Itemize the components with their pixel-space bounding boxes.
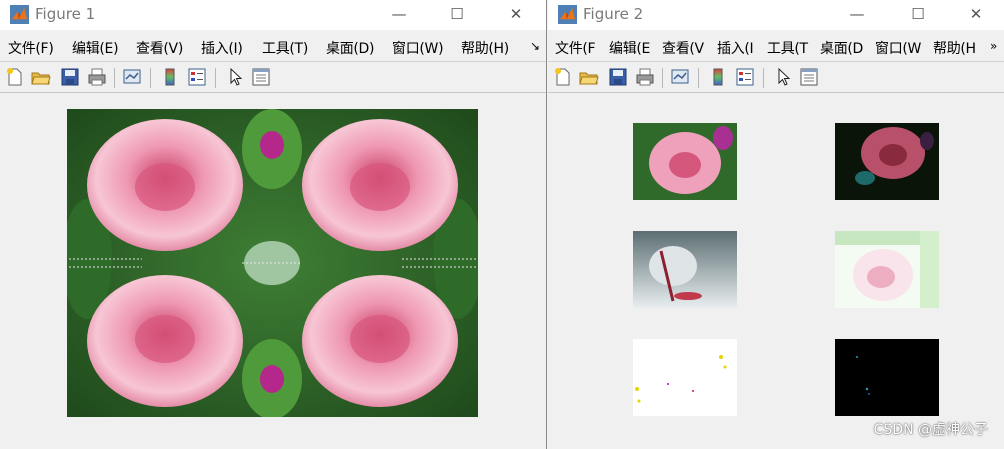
new-figure-icon[interactable] [553,67,573,87]
open-folder-icon[interactable] [579,67,599,87]
minimize-button[interactable]: — [844,3,870,25]
menu-insert[interactable]: 插入(I) [201,38,243,58]
toolbar-separator [698,68,699,88]
subplot-original-image[interactable] [633,123,737,200]
legend-icon[interactable] [735,67,755,87]
print-icon[interactable] [635,67,655,87]
toolbar-separator [114,68,115,88]
matlab-logo-icon [10,5,29,24]
matlab-logo-icon [558,5,577,24]
close-button[interactable]: ✕ [963,3,989,25]
close-button[interactable]: ✕ [503,3,529,25]
toolbar-separator [150,68,151,88]
menu-bar: 文件(F) 编辑(E) 查看(V) 插入(I) 工具(T) 桌面(D) 窗口(W… [0,31,546,61]
menu-edit[interactable]: 编辑(E) [72,38,119,58]
menu-help[interactable]: 帮助(H [933,38,976,58]
figure-toolbar [548,61,1004,93]
title-bar[interactable]: Figure 2 — ☐ ✕ [548,0,1004,30]
open-folder-icon[interactable] [31,67,51,87]
subplot-dark-red-image[interactable] [835,123,939,200]
menu-desktop[interactable]: 桌面(D) [326,38,375,58]
menu-insert[interactable]: 插入(I [717,38,754,58]
toolbar-separator [215,68,216,88]
menu-view[interactable]: 查看(V) [136,38,183,58]
print-icon[interactable] [87,67,107,87]
new-figure-icon[interactable] [5,67,25,87]
csdn-watermark: CSDN @虚神公子 [873,422,988,438]
menu-window[interactable]: 窗口(W [875,38,921,58]
property-editor-icon[interactable] [251,67,271,87]
maximize-button[interactable]: ☐ [444,3,470,25]
pointer-icon[interactable] [226,67,246,87]
save-icon[interactable] [60,67,80,87]
menu-help[interactable]: 帮助(H) [461,38,509,58]
menu-file[interactable]: 文件(F) [8,38,54,58]
menu-tools[interactable]: 工具(T [767,38,808,58]
figure-2-window: Figure 2 — ☐ ✕ 文件(F 编辑(E 查看(V 插入(I 工具(T … [548,0,1004,449]
figure-canvas [0,94,546,449]
save-icon[interactable] [608,67,628,87]
menu-file[interactable]: 文件(F [555,38,596,58]
subplot-black-threshold-image[interactable] [835,339,939,416]
subplot-gray-filtered-image[interactable] [633,231,737,308]
maximize-button[interactable]: ☐ [905,3,931,25]
link-plot-icon[interactable] [122,67,142,87]
colorbar-icon[interactable] [160,67,180,87]
minimize-button[interactable]: — [386,3,412,25]
legend-icon[interactable] [187,67,207,87]
pointer-icon[interactable] [774,67,794,87]
menu-view[interactable]: 查看(V [662,38,704,58]
window-title: Figure 1 [35,5,96,23]
figure-canvas: CSDN @虚神公子 [548,94,1004,449]
mirrored-peony-image[interactable] [67,109,478,417]
link-plot-icon[interactable] [670,67,690,87]
property-editor-icon[interactable] [799,67,819,87]
menu-overflow-icon[interactable]: ↘ [530,39,540,53]
menu-bar: 文件(F 编辑(E 查看(V 插入(I 工具(T 桌面(D 窗口(W 帮助(H … [548,31,1004,61]
toolbar-separator [763,68,764,88]
figure-toolbar [0,61,546,93]
subplot-bright-image[interactable] [835,231,939,308]
menu-overflow-icon[interactable]: » [990,39,997,53]
menu-window[interactable]: 窗口(W) [392,38,444,58]
menu-tools[interactable]: 工具(T) [262,38,308,58]
toolbar-separator [662,68,663,88]
window-title: Figure 2 [583,5,644,23]
figure-1-window: Figure 1 — ☐ ✕ 文件(F) 编辑(E) 查看(V) 插入(I) 工… [0,0,547,449]
menu-desktop[interactable]: 桌面(D [820,38,863,58]
menu-edit[interactable]: 编辑(E [609,38,650,58]
colorbar-icon[interactable] [708,67,728,87]
title-bar[interactable]: Figure 1 — ☐ ✕ [0,0,546,30]
subplot-white-threshold-image[interactable] [633,339,737,416]
